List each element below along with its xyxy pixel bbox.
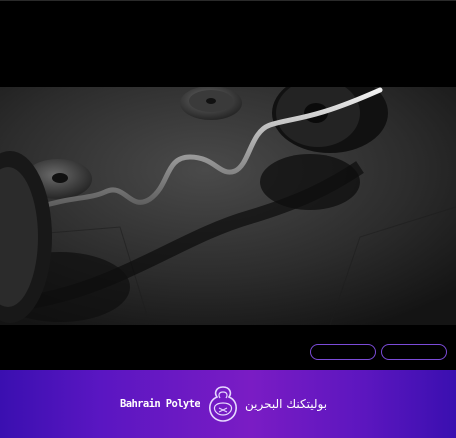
carousel-button-2[interactable] <box>381 344 447 360</box>
hero-image <box>0 87 456 325</box>
brand-lockup[interactable]: Bahrain Polytechnic بوليتكنك البحرين <box>120 384 336 424</box>
footer-banner: Bahrain Polytechnic بوليتكنك البحرين <box>0 370 456 438</box>
polytechnic-logo-icon <box>209 386 237 422</box>
brand-name-english: Bahrain Polytechnic <box>120 398 200 410</box>
carousel-button-1[interactable] <box>310 344 376 360</box>
top-border <box>0 0 456 1</box>
brand-name-arabic: بوليتكنك البحرين <box>245 397 328 411</box>
